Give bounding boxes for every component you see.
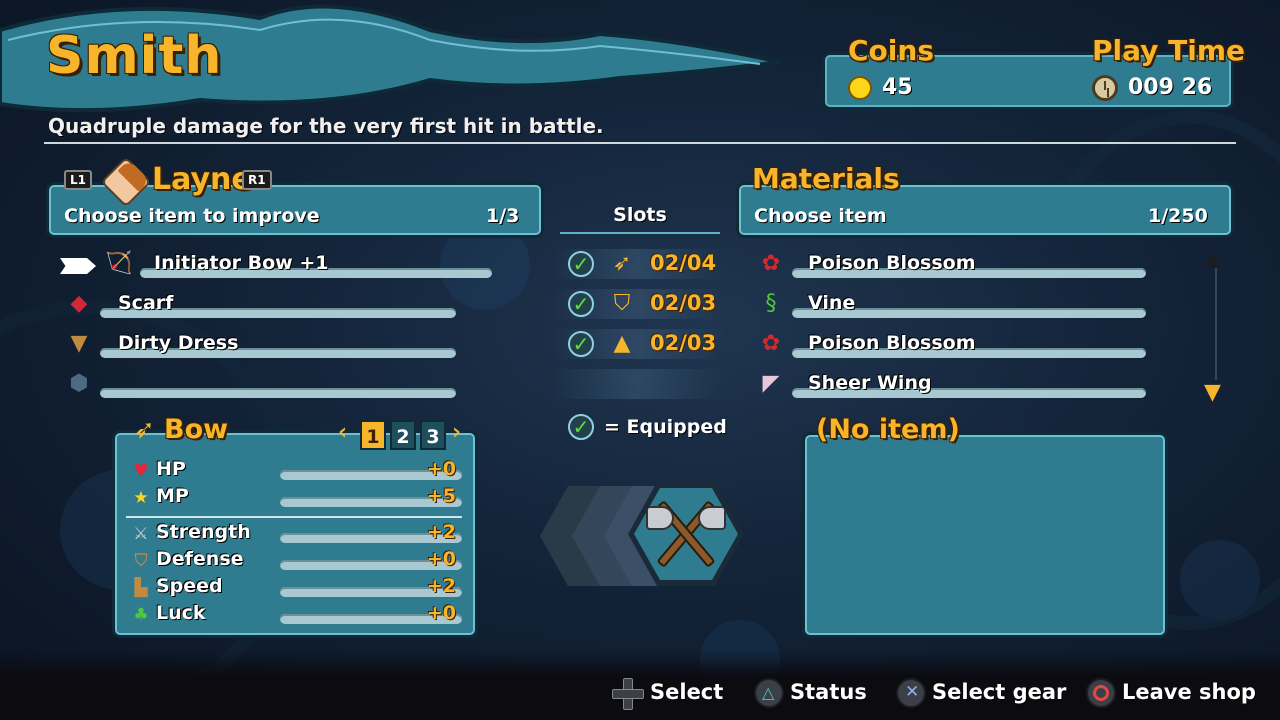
- equipment-row[interactable]: ⬢: [62, 368, 458, 402]
- scroll-up-icon[interactable]: ▲: [1204, 246, 1221, 271]
- stat-label-mp: MP: [156, 485, 189, 507]
- stat-label-speed: Speed: [156, 575, 223, 597]
- equipped-check-icon: ✓: [568, 291, 594, 317]
- page-tab-1[interactable]: 1: [360, 420, 386, 450]
- page-tab-2[interactable]: 2: [390, 420, 416, 450]
- playtime-value: 009 26: [1128, 75, 1213, 100]
- stats-divider: [126, 516, 462, 518]
- material-label: Poison Blossom: [808, 252, 976, 274]
- equipment-row[interactable]: ◆ Scarf: [62, 288, 458, 322]
- stat-label-luck: Luck: [156, 602, 206, 624]
- stat-value-strength: +2: [426, 521, 456, 543]
- equipped-check-icon: ✓: [568, 251, 594, 277]
- bow-icon: 🏹: [105, 250, 133, 276]
- slot-row: ✓ ⛉ 02/03: [552, 289, 724, 319]
- slot-count: 02/04: [650, 251, 717, 275]
- dress-icon: ▼: [70, 330, 88, 356]
- stat-value-hp: +0: [426, 458, 456, 480]
- r1-button[interactable]: R1: [242, 170, 272, 190]
- materials-title: Materials: [752, 162, 900, 195]
- stat-label-defense: Defense: [156, 548, 244, 570]
- slot-row-empty: [552, 369, 724, 399]
- material-detail-panel: [802, 432, 1168, 638]
- slots-divider: [560, 232, 720, 234]
- page-tab-3[interactable]: 3: [420, 420, 446, 450]
- slot-row: ✓ ➶ 02/04: [552, 249, 724, 279]
- clover-icon: ♣: [133, 605, 149, 625]
- slot-count: 02/03: [650, 331, 717, 355]
- hint-leave-shop: Leave shop: [1122, 680, 1256, 704]
- clock-icon: [1092, 75, 1118, 101]
- material-row[interactable]: ✿ Poison Blossom: [754, 248, 1150, 282]
- equipment-row[interactable]: 🏹 Initiator Bow +1: [100, 248, 496, 282]
- l1-button[interactable]: L1: [64, 170, 92, 190]
- armor-icon: ▲: [613, 331, 631, 356]
- material-label: Sheer Wing: [808, 372, 932, 394]
- materials-prompt: Choose item: [754, 205, 887, 227]
- sword-icon: ⚔: [133, 524, 149, 544]
- star-icon: ★: [133, 488, 149, 508]
- shield-icon: ⛉: [613, 291, 631, 316]
- equipment-label: Dirty Dress: [118, 332, 239, 354]
- coin-icon: [848, 76, 872, 100]
- slot-count: 02/03: [650, 291, 717, 315]
- material-detail-title: (No item): [816, 414, 960, 445]
- heart-icon: ♥: [133, 461, 149, 481]
- material-row[interactable]: ✿ Poison Blossom: [754, 328, 1150, 362]
- page-prev-icon[interactable]: ‹: [338, 420, 347, 445]
- improve-count: 1/3: [486, 205, 520, 227]
- material-label: Poison Blossom: [808, 332, 976, 354]
- equipment-label: Scarf: [118, 292, 174, 314]
- page-next-icon[interactable]: ›: [452, 420, 461, 445]
- vine-icon: §: [765, 290, 777, 316]
- coins-label: Coins: [848, 34, 934, 67]
- hint-status: Status: [790, 680, 867, 704]
- stat-value-defense: +0: [426, 548, 456, 570]
- material-label: Vine: [808, 292, 856, 314]
- hint-select: Select: [650, 680, 724, 704]
- scroll-down-icon[interactable]: ▼: [1204, 380, 1221, 405]
- boot-icon: ▙: [134, 578, 148, 598]
- wing-icon: ◤: [762, 370, 780, 396]
- shop-title: Smith: [46, 26, 223, 86]
- equipped-legend-check-icon: ✓: [568, 414, 594, 440]
- equipment-row[interactable]: ▼ Dirty Dress: [62, 328, 458, 362]
- slot-row: ✓ ▲ 02/03: [552, 329, 724, 359]
- dpad-icon: [612, 678, 644, 710]
- divider: [44, 142, 1236, 144]
- hint-select-gear: Select gear: [932, 680, 1067, 704]
- flower-icon: ✿: [761, 250, 781, 276]
- equipped-legend: = Equipped: [604, 416, 727, 438]
- bow-category-icon: ➶: [133, 415, 155, 445]
- stat-label-hp: HP: [156, 458, 186, 480]
- bow-icon: ➶: [612, 251, 632, 276]
- item-description: Quadruple damage for the very first hit …: [48, 114, 604, 138]
- equipment-label: Initiator Bow +1: [154, 252, 329, 274]
- stat-value-mp: +5: [426, 485, 456, 507]
- triangle-button-icon: △: [754, 678, 784, 708]
- circle-button-icon: [1086, 678, 1116, 708]
- stat-value-speed: +2: [426, 575, 456, 597]
- shield-icon: ⛉: [134, 551, 148, 571]
- stat-label-strength: Strength: [156, 521, 251, 543]
- scrollbar-track[interactable]: [1215, 268, 1217, 380]
- selection-pointer-icon: [60, 258, 96, 274]
- flower-icon: ✿: [761, 330, 781, 356]
- empty-slot-icon: ⬢: [69, 370, 89, 396]
- materials-count: 1/250: [1148, 205, 1208, 227]
- cross-button-icon: ✕: [896, 678, 926, 708]
- improve-prompt: Choose item to improve: [64, 205, 320, 227]
- coins-value: 45: [882, 75, 913, 100]
- scarf-icon: ◆: [70, 290, 88, 316]
- character-name: Layne: [152, 162, 252, 197]
- equipped-check-icon: ✓: [568, 331, 594, 357]
- stats-category: Bow: [164, 414, 229, 445]
- material-row[interactable]: § Vine: [754, 288, 1150, 322]
- stat-value-luck: +0: [426, 602, 456, 624]
- material-row[interactable]: ◤ Sheer Wing: [754, 368, 1150, 402]
- slots-header: Slots: [613, 204, 667, 226]
- playtime-label: Play Time: [1092, 34, 1246, 67]
